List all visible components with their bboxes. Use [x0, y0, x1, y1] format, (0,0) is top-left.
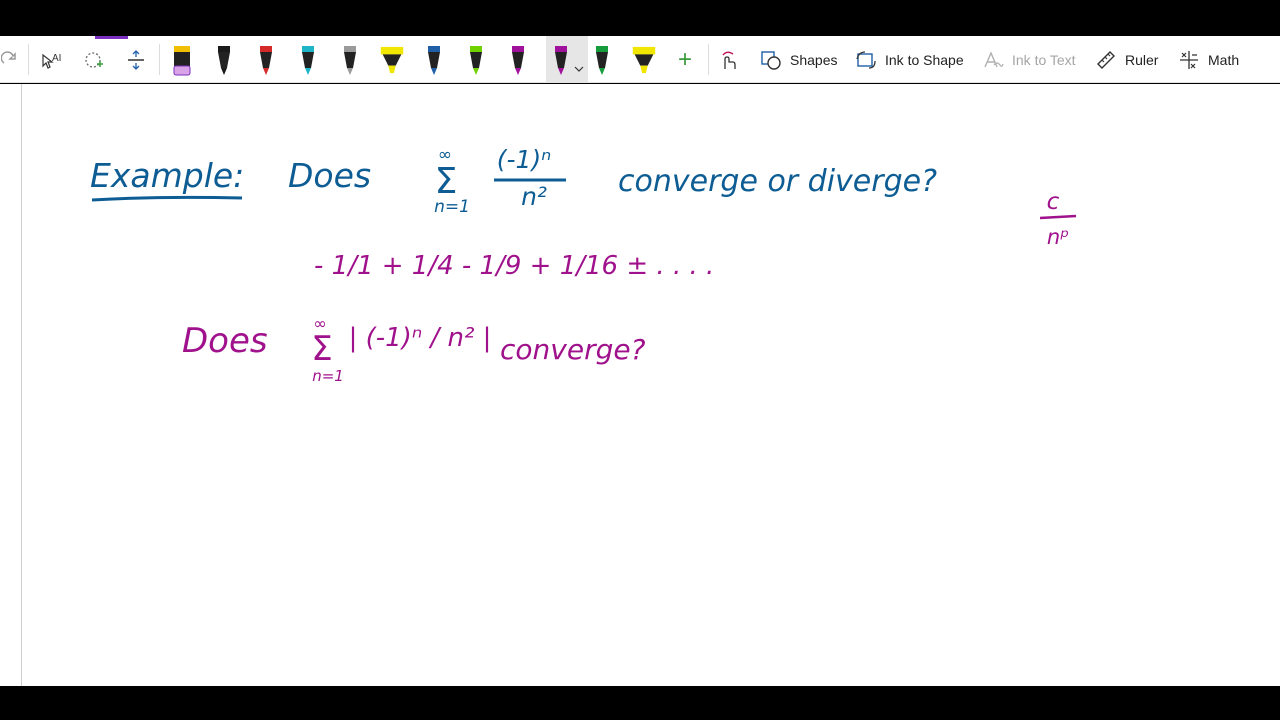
example-underline [91, 195, 243, 202]
abs-term: | (-1)ⁿ / n² | [349, 323, 492, 353]
pen-icon [302, 45, 314, 75]
pen-10-button[interactable] [546, 36, 588, 83]
pen-icon [218, 45, 230, 75]
toolbar-separator [159, 44, 160, 75]
insert-space-icon[interactable] [122, 36, 150, 83]
converge-question: converge? [500, 333, 646, 366]
pen-1-button[interactable] [168, 36, 196, 83]
pen-icon [596, 45, 608, 75]
toolbar-separator [28, 44, 29, 75]
does-text-2: Does [182, 321, 268, 361]
letterbox-bottom [0, 686, 1280, 720]
sum-index-2: n=1 [312, 367, 344, 385]
ink-to-text-label: Ink to Text [1012, 51, 1076, 68]
ink-to-text-icon [984, 50, 1004, 67]
math-icon [1180, 50, 1198, 69]
pen-icon [555, 45, 567, 75]
ink-to-text-button[interactable]: Ink to Text [982, 36, 1082, 83]
pen-8-button[interactable] [462, 36, 490, 83]
ink-to-shape-button[interactable]: Ink to Shape [855, 36, 967, 83]
pen-12-button[interactable] [630, 36, 658, 83]
toolbar-separator [708, 44, 709, 75]
highlighter-icon [173, 45, 191, 75]
pen-icon [344, 45, 356, 75]
shapes-button[interactable]: Shapes [760, 36, 840, 83]
pen-4-button[interactable] [294, 36, 322, 83]
ruler-button[interactable]: Ruler [1095, 36, 1165, 83]
ruler-icon [1097, 50, 1115, 69]
redo-icon[interactable] [0, 36, 20, 83]
pen-5-button[interactable] [336, 36, 364, 83]
chevron-down-icon[interactable] [574, 65, 584, 73]
shapes-icon [761, 50, 781, 70]
draw-toolbar: AI + Shapes Ink to Shape Ink to Text Rul… [0, 36, 1280, 83]
converge-or-diverge-text: converge or diverge? [618, 164, 937, 199]
ink-to-shape-label: Ink to Shape [885, 51, 964, 68]
pen-6-button[interactable] [378, 36, 406, 83]
lasso-select-icon[interactable] [80, 36, 108, 83]
pen-icon [512, 45, 524, 75]
sum-symbol-2: Σ [311, 329, 332, 369]
side-fraction-denominator: nᵖ [1047, 225, 1069, 249]
highlighter-icon [632, 46, 656, 73]
pen-7-button[interactable] [420, 36, 448, 83]
pen-icon [260, 45, 272, 75]
ruler-label: Ruler [1125, 51, 1159, 68]
add-pen-icon[interactable]: + [672, 36, 698, 83]
fraction-denominator: n² [521, 182, 547, 211]
pen-11-button[interactable] [588, 36, 616, 83]
does-text-1: Does [288, 156, 371, 195]
math-button[interactable]: Math [1178, 36, 1248, 83]
highlighter-icon [380, 46, 404, 73]
sum-index: n=1 [434, 197, 470, 217]
pen-2-button[interactable] [210, 36, 238, 83]
pen-icon [470, 45, 482, 75]
svg-text:AI: AI [52, 53, 61, 64]
select-text-icon[interactable]: AI [36, 36, 66, 83]
fraction-numerator: (-1)ⁿ [497, 145, 551, 174]
side-fraction-numerator: c [1047, 189, 1060, 215]
onenote-canvas[interactable]: Example: Does ∞ Σ n=1 (-1)ⁿ n² converge … [0, 84, 1280, 686]
pen-9-button[interactable] [504, 36, 532, 83]
ink-layer[interactable]: Example: Does ∞ Σ n=1 (-1)ⁿ n² converge … [0, 84, 1280, 686]
pen-3-button[interactable] [252, 36, 280, 83]
draw-with-touch-icon[interactable] [714, 36, 742, 83]
ink-to-shape-icon [856, 50, 876, 69]
side-fraction-bar [1039, 214, 1077, 220]
pen-icon [428, 45, 440, 75]
series-terms: - 1/1 + 1/4 - 1/9 + 1/16 ± . . . . [314, 251, 714, 281]
math-label: Math [1208, 51, 1240, 68]
sum-symbol: Σ [435, 161, 458, 202]
letterbox-top [0, 0, 1280, 36]
example-label: Example: [90, 156, 244, 195]
shapes-label: Shapes [790, 51, 838, 68]
add-pen-symbol: + [677, 45, 692, 73]
